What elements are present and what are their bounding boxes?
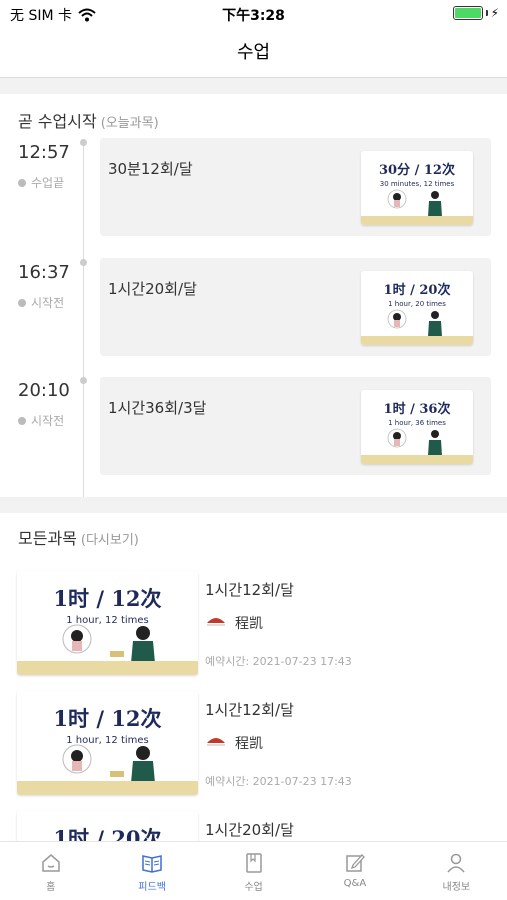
status-dot — [18, 178, 26, 187]
tab-label: Q&A — [343, 878, 367, 889]
lesson-thumbnail: 30分 / 12次 30 minutes, 12 times — [361, 151, 473, 225]
lesson-time: 12:57 — [18, 142, 70, 163]
tab-class[interactable]: 수업 — [203, 842, 304, 900]
page-title: 수업 — [236, 42, 271, 63]
tutor-illustration — [387, 309, 442, 337]
all-courses-heading-sub: (다시보기) — [80, 533, 139, 548]
desk-graphic — [17, 781, 198, 795]
thumbnail-title: 1时 / 20次 — [53, 826, 162, 841]
thumbnail-title: 1时 / 12次 — [53, 586, 162, 611]
battery-group: ⚡ — [452, 6, 499, 20]
lesson-thumbnail: 1时 / 20次 1 hour, 20 times — [361, 271, 473, 345]
timeline-dot — [80, 259, 87, 266]
status-bar: 无 SIM 卡 下午3:28 ⚡ — [0, 0, 507, 28]
today-section: 곧 수업시작 (오늘과목) 12:57 수업끝 30분12회/달 30分 / 12… — [0, 94, 507, 497]
course-title: 1시간12회/달 — [205, 701, 294, 719]
teacher-name: 程凯 — [235, 616, 263, 632]
charging-icon: ⚡ — [490, 6, 499, 20]
course-item[interactable]: 1时 / 20次 1시간20회/달 — [0, 811, 507, 841]
thumbnail-title: 1时 / 20次 — [383, 283, 451, 298]
course-item[interactable]: 1时 / 12次 1 hour, 12 times 1시간12회/달 程凯 예약… — [0, 571, 507, 675]
lesson-name: 30분12회/달 — [108, 160, 193, 178]
person-icon — [447, 853, 465, 873]
lesson-card[interactable]: 30분12회/달 30分 / 12次 30 minutes, 12 times — [100, 138, 491, 236]
teacher-avatar — [207, 618, 225, 626]
status-time: 下午3:28 — [222, 8, 285, 24]
lesson-time: 20:10 — [18, 380, 70, 401]
edit-icon — [346, 854, 365, 872]
class-icon — [245, 853, 262, 873]
home-icon — [41, 854, 60, 872]
desk-graphic — [17, 661, 198, 675]
tutor-illustration — [62, 624, 155, 663]
timeline-dot — [80, 139, 87, 146]
course-thumbnail: 1时 / 12次 1 hour, 12 times — [17, 691, 198, 795]
lesson-status-text: 시작전 — [31, 296, 65, 310]
all-courses-section: 모든과목 (다시보기) 1时 / 12次 1 hour, 12 times 1시간… — [0, 513, 507, 841]
all-courses-heading-text: 모든과목 — [18, 529, 77, 548]
battery-icon — [452, 6, 483, 20]
lesson-status: 시작전 — [18, 294, 64, 311]
tab-home[interactable]: 홈 — [0, 842, 101, 900]
teacher-avatar — [207, 738, 225, 746]
nav-bar: 수업 — [0, 28, 507, 78]
course-item[interactable]: 1时 / 12次 1 hour, 12 times 1시간12회/달 程凯 예약… — [0, 691, 507, 795]
booking-time: 예약시간: 2021-07-23 17:43 — [205, 775, 352, 788]
book-icon — [142, 855, 162, 873]
thumbnail-title: 1时 / 36次 — [383, 402, 451, 417]
lesson-status-text: 수업끝 — [31, 176, 65, 190]
today-heading-text: 곧 수업시작 — [18, 112, 97, 131]
tab-my-info[interactable]: 내정보 — [406, 842, 507, 900]
today-heading: 곧 수업시작 (오늘과목) — [18, 108, 159, 132]
booking-time: 예약시간: 2021-07-23 17:43 — [205, 655, 352, 668]
tab-label: 내정보 — [442, 882, 471, 893]
today-heading-sub: (오늘과목) — [100, 116, 159, 131]
teacher-info: 程凯 — [205, 613, 263, 633]
lesson-name: 1시간36회/3달 — [108, 399, 207, 417]
desk-graphic — [361, 455, 473, 464]
tab-label: 홈 — [46, 882, 56, 893]
thumbnail-title: 1时 / 12次 — [53, 706, 162, 731]
status-dot — [18, 298, 26, 307]
lesson-card[interactable]: 1시간20회/달 1时 / 20次 1 hour, 20 times — [100, 258, 491, 356]
tab-bar: 홈 피드백 수업 Q&A 내정보 — [0, 841, 507, 900]
desk-graphic — [361, 216, 473, 225]
lesson-card[interactable]: 1시간36회/3달 1时 / 36次 1 hour, 36 times — [100, 377, 491, 475]
tutor-illustration — [62, 744, 155, 783]
status-dot — [18, 416, 26, 425]
lesson-status-text: 시작전 — [31, 414, 65, 428]
course-title: 1시간20회/달 — [205, 821, 294, 839]
timeline-dot — [80, 377, 87, 384]
thumbnail-title: 30分 / 12次 — [379, 163, 455, 178]
teacher-name: 程凯 — [235, 736, 263, 752]
tutor-illustration — [387, 189, 442, 217]
timeline-line — [83, 140, 84, 497]
course-thumbnail: 1时 / 12次 1 hour, 12 times — [17, 571, 198, 675]
tab-feedback[interactable]: 피드백 — [101, 842, 202, 900]
tab-qa[interactable]: Q&A — [304, 842, 405, 900]
tab-label: 피드백 — [138, 882, 166, 893]
course-title: 1시간12회/달 — [205, 581, 294, 599]
desk-graphic — [361, 336, 473, 345]
lesson-name: 1시간20회/달 — [108, 280, 197, 298]
lesson-status: 수업끝 — [18, 174, 64, 191]
all-courses-heading: 모든과목 (다시보기) — [18, 525, 139, 549]
lesson-time: 16:37 — [18, 262, 70, 283]
tutor-illustration — [387, 428, 442, 456]
teacher-info: 程凯 — [205, 733, 263, 753]
tab-label: 수업 — [244, 882, 263, 893]
lesson-status: 시작전 — [18, 412, 64, 429]
lesson-thumbnail: 1时 / 36次 1 hour, 36 times — [361, 390, 473, 464]
course-thumbnail: 1时 / 20次 — [17, 811, 198, 841]
